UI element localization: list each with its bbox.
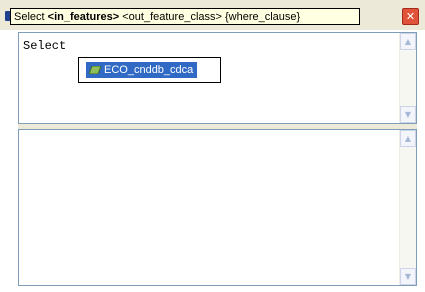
autocomplete-dropdown[interactable]: ECO_cnddb_cdca bbox=[78, 57, 221, 83]
tooltip-tool-name: Select bbox=[14, 11, 48, 23]
scroll-down-button[interactable]: ▼ bbox=[400, 268, 416, 285]
command-line-text[interactable]: Select bbox=[23, 39, 66, 53]
autocomplete-item-eco-cnddb-cdca[interactable]: ECO_cnddb_cdca bbox=[86, 62, 198, 78]
close-button[interactable]: ✕ bbox=[402, 8, 419, 25]
message-output-pane: ▲ ▼ bbox=[18, 129, 417, 286]
bottom-pane-scrollbar[interactable]: ▲ ▼ bbox=[399, 130, 416, 285]
scroll-up-button[interactable]: ▲ bbox=[400, 33, 416, 50]
tooltip-remaining-parameters: <out_feature_class> {where_clause} bbox=[119, 11, 301, 23]
scroll-down-button[interactable]: ▼ bbox=[400, 106, 416, 123]
chevron-up-icon: ▲ bbox=[404, 37, 412, 46]
top-pane-scrollbar[interactable]: ▲ ▼ bbox=[399, 33, 416, 123]
parameter-tooltip: Select <in_features> <out_feature_class>… bbox=[10, 8, 360, 25]
tooltip-current-parameter: <in_features> bbox=[47, 11, 120, 23]
scroll-up-button[interactable]: ▲ bbox=[400, 130, 416, 147]
chevron-up-icon: ▲ bbox=[404, 134, 412, 143]
close-icon: ✕ bbox=[405, 10, 416, 23]
chevron-down-icon: ▼ bbox=[404, 110, 412, 119]
autocomplete-item-label: ECO_cnddb_cdca bbox=[104, 64, 194, 76]
title-bar: Select <in_features> <out_feature_class>… bbox=[0, 0, 425, 30]
polygon-feature-icon bbox=[89, 66, 101, 74]
chevron-down-icon: ▼ bbox=[404, 272, 412, 281]
